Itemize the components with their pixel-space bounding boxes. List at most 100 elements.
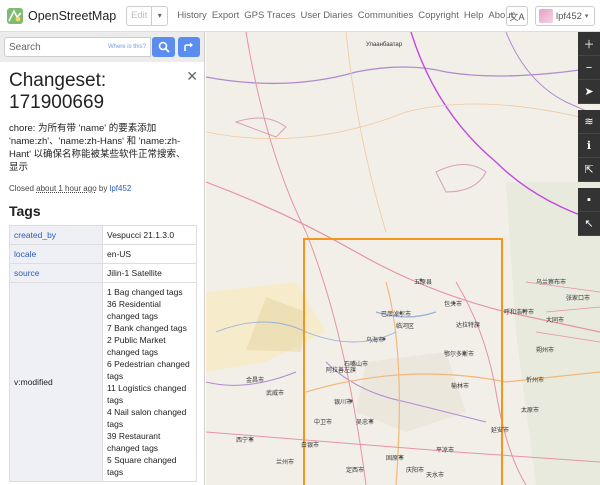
tag-value: Jilin-1 Satellite <box>102 263 197 283</box>
map-label: 金昌市 <box>246 376 264 384</box>
nav-gps-traces[interactable]: GPS Traces <box>244 10 295 21</box>
map-label: 乌兰察布市 <box>536 278 566 286</box>
edit-button[interactable]: Edit <box>126 5 153 26</box>
map-label: 平凉市 <box>436 446 454 454</box>
map-label: 兰州市 <box>276 458 294 466</box>
plus-icon: ＋ <box>583 38 595 51</box>
page-title: Changeset: 171900669 <box>9 70 107 113</box>
language-button[interactable]: 文A <box>506 6 528 26</box>
map-controls: ＋ − ➤ ≋ ℹ ⇱ ▪ ↖ <box>578 32 600 236</box>
map-label: 大同市 <box>546 316 564 324</box>
search-bar: Search Where is this? <box>0 32 204 62</box>
tag-value: Vespucci 21.1.3.0 <box>102 225 197 245</box>
map-label: 临河区 <box>396 322 414 330</box>
top-header: OpenStreetMap Edit ▾ History Export GPS … <box>0 0 600 32</box>
search-placeholder: Search <box>9 41 41 53</box>
map-label: 庆阳市 <box>406 466 424 474</box>
map-label: 延安市 <box>491 426 509 434</box>
map-label: 中卫市 <box>314 418 332 426</box>
avatar <box>539 9 553 23</box>
site-logo[interactable]: OpenStreetMap <box>6 7 116 25</box>
chevron-down-icon: ▾ <box>584 13 589 20</box>
zoom-in-button[interactable]: ＋ <box>578 32 600 56</box>
map-label: 阿拉善左旗 <box>326 366 356 374</box>
map-label: 银川市 <box>334 398 352 406</box>
changeset-closed-info: Closed about 1 hour ago by lpf452 <box>9 184 195 193</box>
chevron-down-icon: ▾ <box>157 11 162 20</box>
tag-value: en-US <box>102 244 197 264</box>
zoom-out-button[interactable]: − <box>578 56 600 80</box>
map-label: 石嘴山市 <box>344 360 368 368</box>
changeset-panel: ✕ Changeset: 171900669 chore: 为所有带 'name… <box>0 62 204 485</box>
translate-icon: 文A <box>509 11 525 22</box>
layers-icon: ≋ <box>584 116 594 128</box>
map-label: 巴彦淖尔市 <box>381 310 411 318</box>
share-button[interactable]: ⇱ <box>578 158 600 182</box>
directions-button[interactable] <box>178 37 200 57</box>
note-button[interactable]: ▪ <box>578 188 600 212</box>
map-label: 乌海市 <box>366 336 384 344</box>
close-icon[interactable]: ✕ <box>186 68 198 85</box>
table-row: locale en-US <box>9 244 197 264</box>
map-label: 白银市 <box>301 441 319 449</box>
map-label: 忻州市 <box>526 376 544 384</box>
cursor-question-icon: ↖ <box>584 218 594 230</box>
nav-help[interactable]: Help <box>464 10 484 21</box>
comment-icon: ▪ <box>587 193 591 206</box>
tags-heading: Tags <box>9 203 41 219</box>
table-row: created_by Vespucci 21.1.3.0 <box>9 225 197 245</box>
info-icon: ℹ <box>586 140 592 152</box>
tag-key[interactable]: locale <box>9 244 103 264</box>
nav-copyright[interactable]: Copyright <box>418 10 459 21</box>
tags-table: created_by Vespucci 21.1.3.0 locale en-U… <box>9 225 197 482</box>
osm-logo-icon <box>7 7 23 24</box>
changeset-user-link[interactable]: lpf452 <box>110 184 132 193</box>
tag-value: 1 Bag changed tags 36 Residential change… <box>102 282 197 482</box>
map-label: 呼和浩特市 <box>504 308 534 316</box>
locate-arrow-icon: ➤ <box>584 86 594 98</box>
share-icon: ⇱ <box>584 164 594 176</box>
nav-export[interactable]: Export <box>212 10 239 21</box>
user-menu-button[interactable]: lpf452 ▾ <box>535 6 595 26</box>
minus-icon: − <box>585 61 593 74</box>
search-input[interactable]: Search Where is this? <box>4 37 151 57</box>
nav-history[interactable]: History <box>177 10 207 21</box>
map-label: Улаанбаатар <box>366 42 403 48</box>
map-label: 鄂尔多斯市 <box>444 350 474 358</box>
directions-icon <box>184 42 194 51</box>
tag-key: v:modified <box>9 282 103 482</box>
map-canvas: Улаанбаатар 五原县 巴彦淖尔市 乌海市 鄂尔多斯市 银川市 吴忠市 … <box>206 32 600 485</box>
tag-key[interactable]: created_by <box>9 225 103 245</box>
edit-dropdown-button[interactable]: ▾ <box>152 5 169 26</box>
changeset-comment: chore: 为所有带 'name' 的要素添加 'name:zh'、'name… <box>9 123 186 173</box>
where-is-this-link[interactable]: Where is this? <box>108 44 146 50</box>
nav-communities[interactable]: Communities <box>358 10 413 21</box>
user-name: lpf452 <box>556 10 582 22</box>
closed-time: about 1 hour ago <box>36 184 97 193</box>
query-features-button[interactable]: ↖ <box>578 212 600 236</box>
closed-label: Closed <box>9 184 34 193</box>
tag-key[interactable]: source <box>9 263 103 283</box>
edit-group: Edit ▾ <box>126 5 169 26</box>
map-label: 定西市 <box>346 466 364 474</box>
search-icon <box>158 41 170 53</box>
nav-user-diaries[interactable]: User Diaries <box>301 10 353 21</box>
main-nav: History Export GPS Traces User Diaries C… <box>177 10 518 21</box>
layers-button[interactable]: ≋ <box>578 110 600 134</box>
locate-button[interactable]: ➤ <box>578 80 600 104</box>
map-key-button[interactable]: ℹ <box>578 134 600 158</box>
map-label: 榆林市 <box>451 382 469 390</box>
map-label: 太原市 <box>521 406 539 414</box>
site-name: OpenStreetMap <box>28 8 117 23</box>
map-label: 天水市 <box>426 471 444 479</box>
by-label: by <box>98 184 108 193</box>
table-row: v:modified 1 Bag changed tags 36 Residen… <box>9 282 197 482</box>
table-row: source Jilin-1 Satellite <box>9 263 197 283</box>
search-button[interactable] <box>151 37 176 57</box>
map-label: 五原县 <box>414 279 432 286</box>
sidebar: Search Where is this? ✕ Changeset: 17190… <box>0 32 205 485</box>
map-label: 达拉特旗 <box>456 321 480 329</box>
map-label: 武威市 <box>266 389 284 397</box>
map-label: 朔州市 <box>536 346 554 354</box>
map-view[interactable]: Улаанбаатар 五原县 巴彦淖尔市 乌海市 鄂尔多斯市 银川市 吴忠市 … <box>206 32 600 485</box>
